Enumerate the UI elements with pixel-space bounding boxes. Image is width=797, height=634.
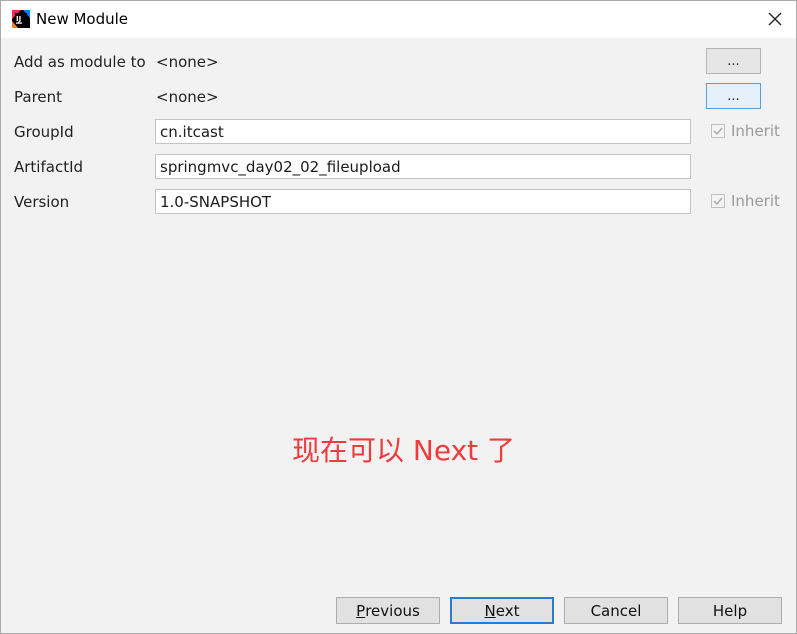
svg-text:IJ: IJ (16, 15, 21, 23)
previous-mnemonic: P (356, 601, 366, 620)
version-inherit-checkbox[interactable]: Inherit (711, 192, 780, 210)
checkbox-icon (711, 194, 725, 208)
close-button[interactable] (762, 6, 788, 32)
next-button[interactable]: Next (450, 597, 554, 624)
version-inherit-label: Inherit (731, 192, 780, 210)
checkbox-icon (711, 124, 725, 138)
window-title: New Module (36, 10, 129, 28)
artifact-id-field[interactable] (155, 154, 691, 179)
group-id-inherit-checkbox[interactable]: Inherit (711, 122, 780, 140)
group-id-field[interactable] (155, 119, 691, 144)
version-field[interactable] (155, 189, 691, 214)
help-button[interactable]: Help (678, 597, 782, 624)
version-label: Version (14, 193, 70, 211)
parent-browse-button[interactable]: ... (706, 83, 761, 109)
add-as-module-to-label: Add as module to (14, 53, 146, 71)
add-as-module-to-browse-button[interactable]: ... (706, 48, 761, 74)
check-icon (713, 127, 723, 136)
group-id-inherit-label: Inherit (731, 122, 780, 140)
close-icon (768, 12, 782, 26)
cancel-button[interactable]: Cancel (564, 597, 668, 624)
check-icon (713, 197, 723, 206)
parent-label: Parent (14, 88, 63, 106)
new-module-dialog: IJ New Module Add as module to <none> ..… (0, 0, 797, 634)
group-id-label: GroupId (14, 123, 74, 141)
add-as-module-to-value: <none> (156, 53, 219, 71)
intellij-idea-icon: IJ (12, 10, 30, 28)
previous-label: revious (365, 601, 420, 620)
previous-button[interactable]: Previous (336, 597, 440, 624)
annotation-text: 现在可以 Next 了 (292, 434, 516, 467)
next-mnemonic: N (484, 601, 496, 620)
parent-value: <none> (156, 88, 219, 106)
next-label: ext (495, 601, 520, 620)
artifact-id-label: ArtifactId (14, 158, 84, 176)
title-bar: IJ New Module (1, 1, 796, 38)
